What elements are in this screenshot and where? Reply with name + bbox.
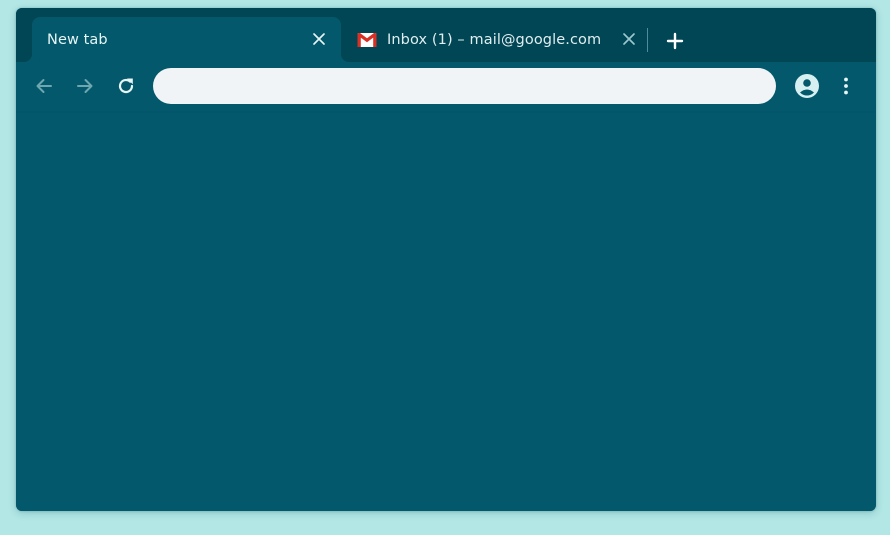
forward-button[interactable] <box>71 72 99 100</box>
tab-title: New tab <box>47 31 108 48</box>
omnibox-input[interactable] <box>153 68 776 104</box>
tab-separator <box>647 28 648 52</box>
menu-button[interactable] <box>832 72 860 100</box>
account-icon <box>795 74 819 98</box>
close-icon[interactable] <box>312 32 326 46</box>
reload-icon <box>116 76 136 96</box>
new-tab-button[interactable] <box>662 28 688 54</box>
tab-inbox[interactable]: Inbox (1) – mail@google.com <box>354 17 644 62</box>
close-icon[interactable] <box>622 32 636 46</box>
toolbar <box>16 62 876 111</box>
page-content[interactable] <box>16 113 876 511</box>
browser-window: New tab Inbox (1) – mail@google.com <box>16 8 876 511</box>
tab-title: Inbox (1) – mail@google.com <box>387 31 602 48</box>
tab-strip: New tab Inbox (1) – mail@google.com <box>16 8 876 62</box>
plus-icon <box>666 32 684 50</box>
forward-arrow-icon <box>75 76 95 96</box>
back-button[interactable] <box>30 72 58 100</box>
more-vertical-icon <box>843 76 849 96</box>
tab-new-tab[interactable]: New tab <box>32 17 341 62</box>
reload-button[interactable] <box>112 72 140 100</box>
account-button[interactable] <box>793 72 821 100</box>
gmail-icon <box>357 32 377 48</box>
back-arrow-icon <box>34 76 54 96</box>
